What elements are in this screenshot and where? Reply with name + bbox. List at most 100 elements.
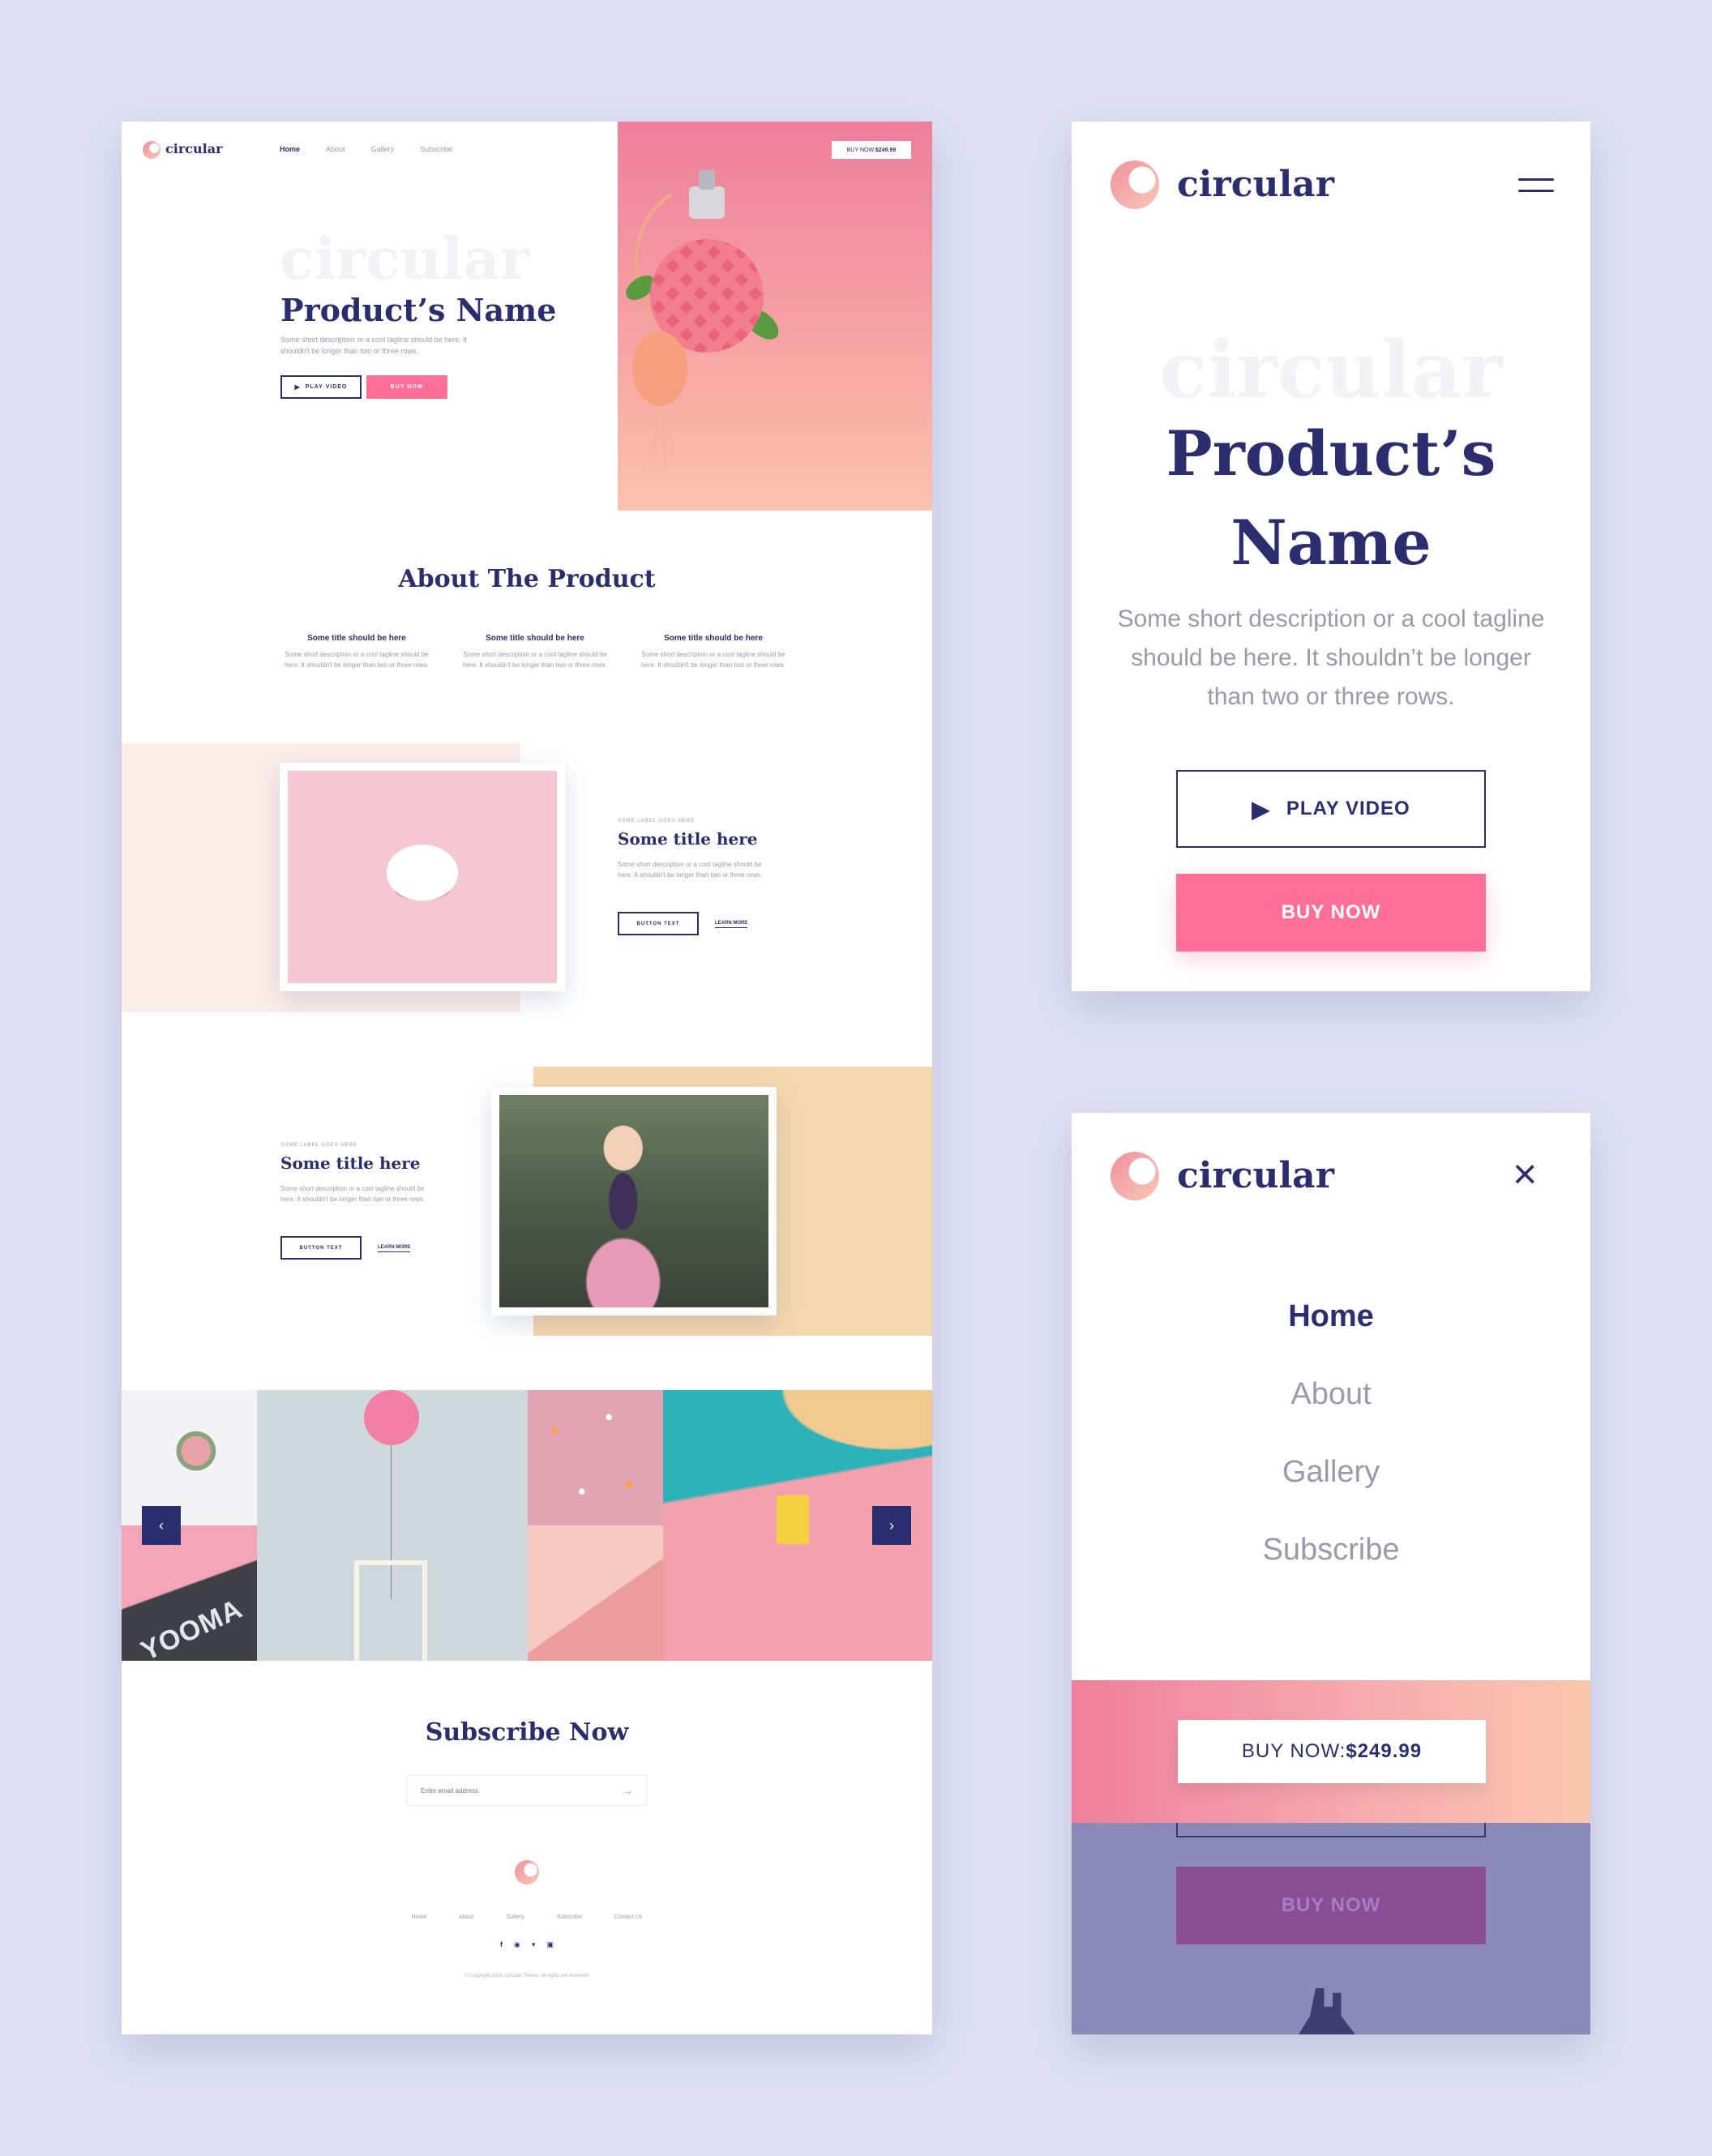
hero-watermark: circular [280,225,530,293]
nav-subscribe[interactable]: Subscribe [420,145,452,153]
hero-play-video-label: PLAY VIDEO [305,384,348,390]
logo-text[interactable]: circular [165,141,223,156]
twitter-icon[interactable]: ▾ [532,1940,536,1949]
feature1-label: SOME LABEL GOES HERE [618,819,696,823]
footer-link-subscribe[interactable]: Subscribe [557,1914,582,1920]
desktop-nav: Home About Gallery Subscribe [280,145,452,153]
hero-image [618,122,932,511]
header-buy-now-button[interactable]: BUY NOW: $249.99 [832,141,911,159]
footer-logo-icon[interactable] [515,1860,539,1884]
mobile-menu-item-home[interactable]: Home [1072,1299,1590,1377]
gallery-sign-text: YOOMA [136,1593,248,1661]
mobile-hero-description: Some short description or a cool tagline… [1117,605,1545,710]
mobile-menu-item-gallery[interactable]: Gallery [1072,1455,1590,1533]
gallery-candy-photo [528,1390,663,1525]
mobile-play-video-button[interactable]: ▶ PLAY VIDEO [1176,770,1486,848]
feature2-image-frame [491,1087,777,1315]
mobile-play-video-label: PLAY VIDEO [1286,798,1410,819]
about-feature-text: Some short description or a cool tagline… [640,651,786,669]
mobile-menu-logo-icon[interactable] [1111,1152,1159,1200]
subscribe-form: → [407,1775,647,1806]
gallery-sign-photo: YOOMA [122,1525,257,1661]
subscribe-email-input[interactable] [421,1786,622,1795]
hero-play-video-button[interactable]: ▶ PLAY VIDEO [280,375,362,399]
feature2-label: SOME LABEL GOES HERE [280,1143,358,1148]
feature2-text: Some short description or a cool tagline… [280,1185,426,1203]
footer-link-contact[interactable]: Contact Us [614,1914,643,1920]
mobile-logo-text[interactable]: circular [1177,164,1334,205]
mobile-menu-screen: circular × Home About Gallery Subscribe … [1072,1113,1590,2034]
about-feature-title: Some title should be here [307,634,406,643]
mobile-hero-title-line2: Name [1230,507,1432,579]
play-icon: ▶ [1252,796,1270,822]
about-title: About The Product [398,565,656,593]
feature2-learn-more-link[interactable]: LEARN MORE [378,1245,411,1252]
hero-description: Some short description or a cool tagline… [280,336,468,355]
mobile-hero-title-line1: Product’s [1166,417,1496,490]
gallery-next-button[interactable]: › [872,1506,911,1545]
ghost-buy-now-button: BUY NOW [1176,1867,1486,1944]
feature1-text: Some short description or a cool tagline… [618,861,763,879]
footer-links: Home About Gallery Subscribe Contact Us [122,1914,932,1920]
perfume-bottle-illustration [626,170,779,471]
arrow-right-icon[interactable]: → [622,1784,633,1797]
feature1-image-frame [280,763,565,991]
mobile-buy-now-button[interactable]: BUY NOW [1176,874,1486,952]
coffee-cup-shape [777,1495,809,1544]
header-buy-now-price: $249.99 [875,147,897,153]
play-icon: ▶ [294,383,301,391]
chevron-left-icon: ‹ [159,1516,164,1534]
close-icon[interactable]: × [1513,1153,1537,1196]
gallery-stairs-photo [528,1525,663,1661]
mobile-menu-logo-text[interactable]: circular [1177,1155,1334,1196]
mobile-logo-icon[interactable] [1111,160,1159,209]
balloon-shape [364,1390,419,1445]
girl-forest-photo [499,1095,768,1307]
feature1-learn-more-link[interactable]: LEARN MORE [715,921,748,928]
chair-shape [354,1560,427,1661]
mobile-menu-buy-now-button[interactable]: BUY NOW: $249.99 [1178,1720,1486,1783]
desktop-page: circular Home About Gallery Subscribe BU… [122,122,932,2034]
pinterest-icon[interactable]: ◉ [514,1940,520,1949]
gallery-prev-button[interactable]: ‹ [142,1506,181,1545]
mobile-menu-list: Home About Gallery Subscribe [1072,1299,1590,1611]
mobile-menu-buy-now-label: BUY NOW: [1241,1740,1346,1762]
footer-social: f ◉ ▾ ▣ [122,1940,932,1949]
mobile-menu-buy-now-price: $249.99 [1346,1740,1423,1762]
mobile-menu-item-about[interactable]: About [1072,1377,1590,1455]
about-features: Some title should be here Some short des… [280,634,790,670]
gallery-balloon-photo [257,1390,528,1661]
mobile-menu-item-subscribe[interactable]: Subscribe [1072,1533,1590,1611]
header-buy-now-label: BUY NOW: [846,147,875,153]
about-feature: Some title should be here Some short des… [636,634,790,670]
feature1-title: Some title here [618,829,758,849]
subscribe-title: Subscribe Now [425,1718,629,1747]
footer-copyright: © Copyright 2018. Circular Theme. All ri… [464,1974,590,1978]
facebook-icon[interactable]: f [500,1940,503,1949]
lips-photo [288,771,557,983]
about-feature: Some title should be here Some short des… [458,634,612,670]
hero-buy-now-button[interactable]: BUY NOW [366,375,447,399]
about-feature-text: Some short description or a cool tagline… [462,651,608,669]
mobile-hero-screen: circular circular Product’s Name Some sh… [1072,122,1590,991]
gallery-flowers-photo [122,1390,257,1525]
nav-about[interactable]: About [326,145,345,153]
chevron-right-icon: › [889,1516,894,1534]
footer-link-home[interactable]: Home [412,1914,427,1920]
feature2-button[interactable]: BUTTON TEXT [280,1236,362,1260]
gallery: YOOMA ‹ › [122,1390,932,1661]
about-feature: Some title should be here Some short des… [280,634,434,670]
hamburger-menu-icon[interactable] [1518,178,1554,201]
feature1-button[interactable]: BUTTON TEXT [618,912,699,935]
footer-link-gallery[interactable]: Gallery [507,1914,524,1920]
nav-gallery[interactable]: Gallery [371,145,395,153]
about-feature-title: Some title should be here [664,634,763,643]
hero-title: Product’s Name [280,292,557,328]
about-feature-text: Some short description or a cool tagline… [284,651,430,669]
mobile-hero-watermark: circular [1159,324,1503,416]
logo-icon[interactable] [143,141,160,159]
instagram-icon[interactable]: ▣ [546,1940,554,1949]
nav-home[interactable]: Home [280,145,300,153]
footer-link-about[interactable]: About [459,1914,473,1920]
ghost-play-video-button-edge [1176,1823,1486,1837]
